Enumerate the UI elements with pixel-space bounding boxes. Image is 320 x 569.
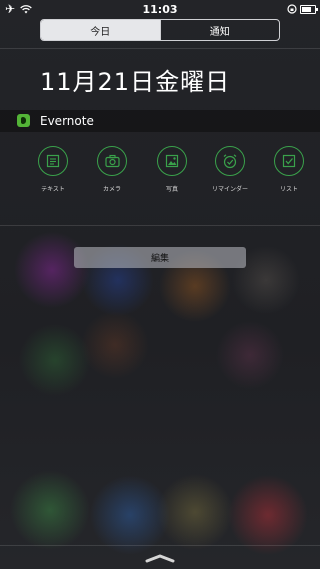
date-title: 11月21日金曜日 bbox=[40, 68, 231, 96]
evernote-icon bbox=[17, 114, 30, 127]
shortcut-photo[interactable]: 写真 bbox=[140, 146, 204, 202]
shortcut-label: カメラ bbox=[102, 186, 121, 193]
divider bbox=[0, 48, 320, 49]
evernote-widget-header[interactable]: Evernote bbox=[0, 110, 320, 132]
chevron-up-handle-icon[interactable] bbox=[145, 548, 175, 563]
notification-center: ✈ 11:03 今日 通知 11月21日金曜日 Evernote テキスト カメ… bbox=[0, 0, 320, 569]
shortcut-camera[interactable]: カメラ bbox=[80, 146, 144, 202]
divider bbox=[0, 225, 320, 226]
edit-button[interactable]: 編集 bbox=[74, 247, 246, 268]
reminder-clock-icon bbox=[223, 154, 237, 169]
evernote-shortcuts: テキスト カメラ 写真 リマインダー リスト bbox=[0, 146, 320, 202]
shortcut-checklist[interactable]: リスト bbox=[257, 146, 320, 202]
shortcut-label: 写真 bbox=[165, 186, 178, 193]
shortcut-reminder[interactable]: リマインダー bbox=[198, 146, 262, 202]
today-notifications-segmented-control: 今日 通知 bbox=[40, 19, 280, 41]
tab-today[interactable]: 今日 bbox=[41, 20, 160, 40]
shortcut-text[interactable]: テキスト bbox=[21, 146, 85, 202]
divider bbox=[0, 545, 320, 546]
camera-icon bbox=[104, 154, 120, 168]
shortcut-label: テキスト bbox=[41, 186, 65, 193]
battery-icon bbox=[300, 5, 318, 14]
checklist-icon bbox=[282, 154, 296, 168]
text-note-icon bbox=[46, 154, 60, 168]
status-time: 11:03 bbox=[142, 3, 178, 16]
widget-app-name: Evernote bbox=[40, 114, 94, 128]
photo-icon bbox=[165, 154, 179, 168]
rotation-lock-icon bbox=[287, 4, 297, 17]
tab-notifications[interactable]: 通知 bbox=[159, 20, 280, 40]
status-bar: ✈ 11:03 bbox=[0, 0, 320, 18]
shortcut-label: リスト bbox=[279, 186, 298, 193]
shortcut-label: リマインダー bbox=[211, 186, 248, 193]
